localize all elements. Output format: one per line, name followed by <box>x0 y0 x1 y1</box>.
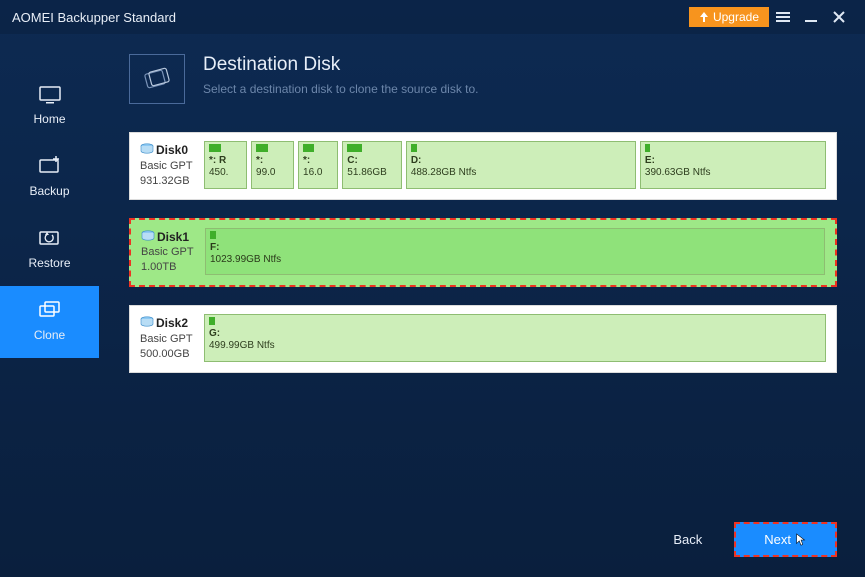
sidebar-item-home[interactable]: Home <box>0 70 99 142</box>
page-title: Destination Disk <box>203 54 479 76</box>
partition: F:1023.99GB Ntfs <box>205 228 825 276</box>
partition: *:99.0 <box>251 141 294 189</box>
sidebar-item-clone[interactable]: Clone <box>0 286 99 358</box>
disk-info: Disk2Basic GPT500.00GB <box>140 314 196 362</box>
next-button[interactable]: Next <box>734 522 837 557</box>
main-panel: Destination Disk Select a destination di… <box>99 34 865 577</box>
title-bar: AOMEI Backupper Standard Upgrade <box>0 0 865 34</box>
partition: G:499.99GB Ntfs <box>204 314 826 362</box>
page-subtitle: Select a destination disk to clone the s… <box>203 82 479 96</box>
partition-row: F:1023.99GB Ntfs <box>205 228 825 276</box>
disk-card[interactable]: Disk0Basic GPT931.32GB*: R450.*:99.0*:16… <box>129 132 837 200</box>
footer: Back Next <box>661 522 837 557</box>
partition-row: G:499.99GB Ntfs <box>204 314 826 362</box>
disk-info: Disk1Basic GPT1.00TB <box>141 228 197 276</box>
backup-icon <box>38 156 62 178</box>
partition: *: R450. <box>204 141 247 189</box>
partition: E:390.63GB Ntfs <box>640 141 826 189</box>
sidebar-label: Home <box>33 112 65 126</box>
disk-card[interactable]: Disk1Basic GPT1.00TBF:1023.99GB Ntfs <box>129 218 837 288</box>
page-header: Destination Disk Select a destination di… <box>129 54 837 104</box>
sidebar-label: Clone <box>34 328 65 342</box>
monitor-icon <box>38 84 62 106</box>
sidebar-item-backup[interactable]: Backup <box>0 142 99 214</box>
partition: C:51.86GB <box>342 141 402 189</box>
menu-icon[interactable] <box>769 5 797 29</box>
upgrade-button[interactable]: Upgrade <box>689 7 769 27</box>
restore-icon <box>38 228 62 250</box>
disk-list: Disk0Basic GPT931.32GB*: R450.*:99.0*:16… <box>129 132 837 373</box>
partition-row: *: R450.*:99.0*:16.0C:51.86GBD:488.28GB … <box>204 141 826 189</box>
clone-icon <box>38 300 62 322</box>
next-label: Next <box>764 532 791 547</box>
cursor-icon <box>795 533 807 547</box>
app-title: AOMEI Backupper Standard <box>12 10 689 25</box>
partition: *:16.0 <box>298 141 338 189</box>
sidebar: Home Backup Restore Clone <box>0 34 99 577</box>
destination-disk-icon <box>129 54 185 104</box>
sidebar-item-restore[interactable]: Restore <box>0 214 99 286</box>
disk-info: Disk0Basic GPT931.32GB <box>140 141 196 189</box>
back-button[interactable]: Back <box>661 524 714 555</box>
disk-card[interactable]: Disk2Basic GPT500.00GBG:499.99GB Ntfs <box>129 305 837 373</box>
close-button[interactable] <box>825 5 853 29</box>
sidebar-label: Backup <box>29 184 69 198</box>
upgrade-label: Upgrade <box>713 10 759 24</box>
partition: D:488.28GB Ntfs <box>406 141 636 189</box>
minimize-button[interactable] <box>797 5 825 29</box>
sidebar-label: Restore <box>28 256 70 270</box>
upgrade-icon <box>699 12 709 22</box>
